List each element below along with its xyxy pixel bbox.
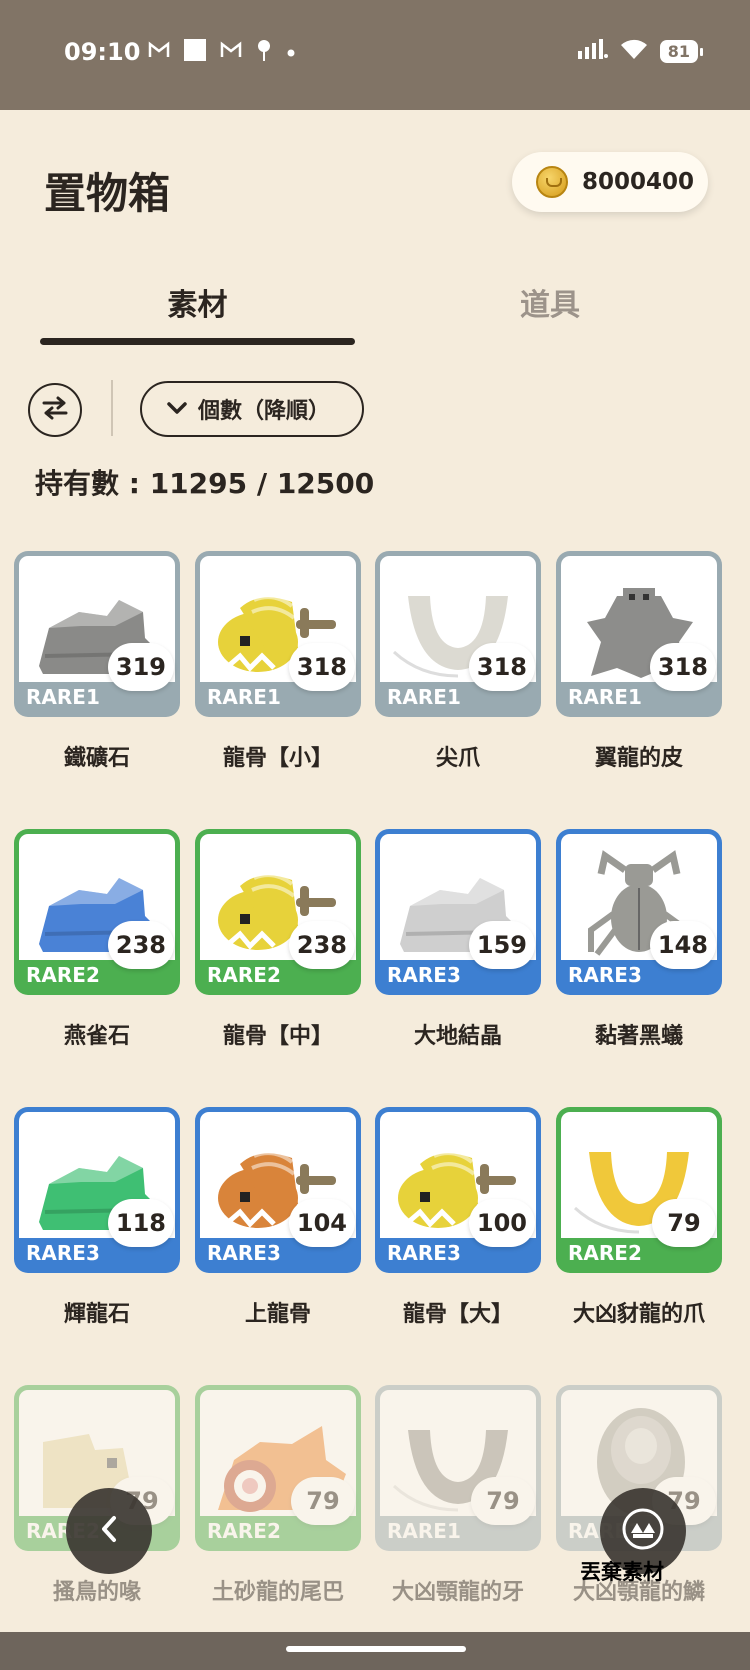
item-name: 土砂龍的尾巴 <box>211 1580 344 1605</box>
item-card[interactable]: RARE3 148 <box>556 829 722 995</box>
item-card[interactable]: RARE3 159 <box>375 829 541 995</box>
item-count-badge: 159 <box>468 921 535 969</box>
tab-items[interactable]: 道具 <box>390 280 710 324</box>
item-name: 大凶顎龍的牙 <box>391 1580 524 1605</box>
item-count-badge: 100 <box>468 1199 535 1247</box>
rarity-label: RARE1 <box>568 685 642 709</box>
item-card[interactable]: RARE2 79 <box>195 1385 361 1551</box>
rarity-label: RARE2 <box>207 1519 281 1543</box>
coin-balance: 8000400 <box>512 152 708 212</box>
item-count-badge: 318 <box>468 643 535 691</box>
square-icon <box>184 39 206 65</box>
active-tab-indicator <box>40 338 355 345</box>
item-card[interactable]: RARE3 100 <box>375 1107 541 1273</box>
item-name: 翼龍的皮 <box>594 746 683 771</box>
status-right-icons: 81 <box>577 38 704 64</box>
item-name: 輝龍石 <box>63 1302 130 1327</box>
battery-indicator: 81 <box>659 39 704 63</box>
swap-arrows-icon <box>40 395 70 425</box>
status-left-icons <box>148 38 296 66</box>
trash-icon <box>621 1507 665 1555</box>
status-time: 09:10 <box>64 38 141 66</box>
gmail-icon <box>148 41 170 63</box>
item-card[interactable]: RARE2 238 <box>195 829 361 995</box>
rarity-label: RARE1 <box>207 685 281 709</box>
item-card[interactable]: RARE1 319 <box>14 551 180 717</box>
status-bar: 09:10 81 <box>0 0 750 110</box>
item-count-badge: 79 <box>471 1477 535 1525</box>
item-card[interactable]: RARE2 79 <box>556 1107 722 1273</box>
page-title: 置物箱 <box>44 169 171 218</box>
item-card[interactable]: RARE1 318 <box>375 551 541 717</box>
item-name: 龍骨【小】 <box>222 746 333 771</box>
item-count-badge: 148 <box>649 921 716 969</box>
rarity-label: RARE3 <box>26 1241 100 1265</box>
item-card[interactable]: RARE3 118 <box>14 1107 180 1273</box>
hold-count: 持有數 : 11295 / 12500 <box>35 467 375 500</box>
home-indicator[interactable] <box>286 1646 466 1652</box>
coin-value: 8000400 <box>582 169 695 195</box>
item-count-badge: 104 <box>288 1199 355 1247</box>
item-count-badge: 79 <box>291 1477 355 1525</box>
item-card[interactable]: RARE1 318 <box>556 551 722 717</box>
item-count-badge: 79 <box>652 1199 716 1247</box>
rarity-label: RARE3 <box>387 963 461 987</box>
rarity-label: RARE1 <box>387 1519 461 1543</box>
rarity-label: RARE3 <box>387 1241 461 1265</box>
item-card[interactable]: RARE3 104 <box>195 1107 361 1273</box>
item-name: 大凶豺龍的爪 <box>572 1302 705 1327</box>
location-pin-icon <box>256 38 272 66</box>
chevron-down-icon <box>166 397 188 422</box>
item-card[interactable]: RARE2 238 <box>14 829 180 995</box>
rarity-label: RARE2 <box>568 1241 642 1265</box>
wifi-icon <box>620 38 648 64</box>
item-count-badge: 238 <box>288 921 355 969</box>
rarity-label: RARE2 <box>26 963 100 987</box>
item-count-badge: 318 <box>649 643 716 691</box>
rarity-label: RARE3 <box>207 1241 281 1265</box>
signal-icon <box>577 39 608 63</box>
item-count-badge: 118 <box>107 1199 174 1247</box>
dot-icon <box>286 43 296 62</box>
item-name: 尖爪 <box>435 746 480 771</box>
item-name: 龍骨【大】 <box>402 1302 513 1327</box>
sort-dropdown[interactable]: 個數（降順） <box>140 381 364 437</box>
item-count-badge: 238 <box>107 921 174 969</box>
toolbar-divider <box>111 380 113 436</box>
item-name: 龍骨【中】 <box>222 1024 333 1049</box>
item-card[interactable]: RARE1 79 <box>375 1385 541 1551</box>
item-name: 上龍骨 <box>244 1302 311 1327</box>
item-name: 搔鳥的喙 <box>52 1580 141 1605</box>
item-card[interactable]: RARE1 318 <box>195 551 361 717</box>
item-name: 黏著黑蟻 <box>594 1024 683 1049</box>
sort-label: 個數（降順） <box>198 399 331 424</box>
filter-button[interactable] <box>28 383 82 437</box>
item-name: 大地結晶 <box>413 1024 502 1049</box>
rarity-label: RARE1 <box>387 685 461 709</box>
item-name: 燕雀石 <box>63 1024 130 1049</box>
item-count-badge: 318 <box>288 643 355 691</box>
coin-icon <box>536 166 568 198</box>
item-count-badge: 319 <box>107 643 174 691</box>
chevron-left-icon <box>99 1509 119 1553</box>
tab-materials[interactable]: 素材 <box>40 280 355 324</box>
discard-label: 丟棄素材 <box>580 1560 664 1584</box>
rarity-label: RARE2 <box>207 963 281 987</box>
back-button[interactable] <box>66 1488 152 1574</box>
gmail-icon <box>220 41 242 63</box>
rarity-label: RARE1 <box>26 685 100 709</box>
navigation-bar <box>0 1632 750 1670</box>
item-name: 鐵礦石 <box>63 746 130 771</box>
rarity-label: RARE3 <box>568 963 642 987</box>
